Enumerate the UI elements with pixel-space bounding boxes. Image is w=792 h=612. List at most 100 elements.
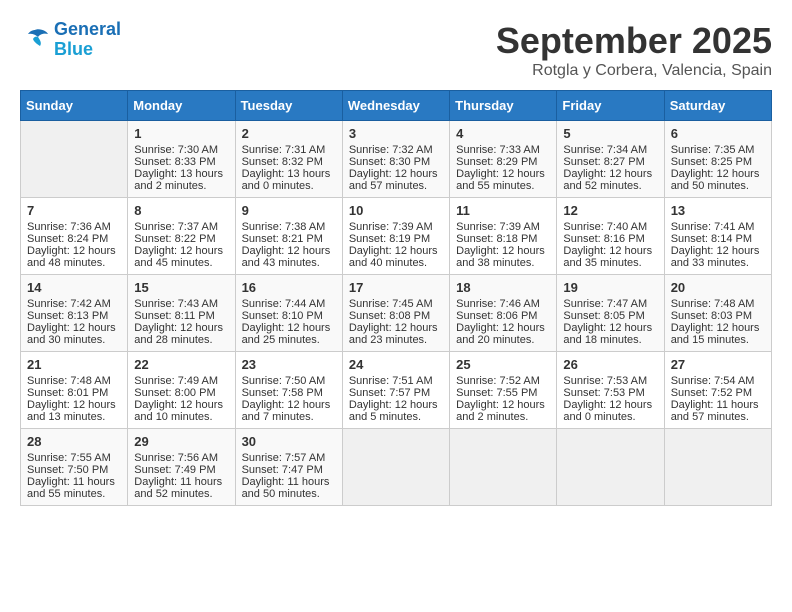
calendar-cell: 24Sunrise: 7:51 AMSunset: 7:57 PMDayligh… [342,352,449,429]
day-number: 15 [134,280,228,295]
day-number: 14 [27,280,121,295]
sunrise-text: Sunrise: 7:33 AM [456,144,550,156]
sunrise-text: Sunrise: 7:48 AM [671,298,765,310]
day-number: 8 [134,203,228,218]
calendar-cell: 13Sunrise: 7:41 AMSunset: 8:14 PMDayligh… [664,198,771,275]
calendar-cell: 17Sunrise: 7:45 AMSunset: 8:08 PMDayligh… [342,275,449,352]
day-header-thursday: Thursday [450,91,557,121]
day-header-monday: Monday [128,91,235,121]
sunset-text: Sunset: 8:10 PM [242,310,336,322]
day-header-friday: Friday [557,91,664,121]
sunrise-text: Sunrise: 7:52 AM [456,375,550,387]
calendar-cell: 10Sunrise: 7:39 AMSunset: 8:19 PMDayligh… [342,198,449,275]
day-number: 26 [563,357,657,372]
calendar-cell: 16Sunrise: 7:44 AMSunset: 8:10 PMDayligh… [235,275,342,352]
sunset-text: Sunset: 8:05 PM [563,310,657,322]
day-number: 18 [456,280,550,295]
calendar-cell: 8Sunrise: 7:37 AMSunset: 8:22 PMDaylight… [128,198,235,275]
sunset-text: Sunset: 8:14 PM [671,233,765,245]
day-number: 1 [134,126,228,141]
logo-text: General Blue [54,20,121,60]
daylight-text: Daylight: 12 hours and 5 minutes. [349,399,443,423]
calendar-cell [21,121,128,198]
daylight-text: Daylight: 13 hours and 0 minutes. [242,168,336,192]
sunset-text: Sunset: 8:22 PM [134,233,228,245]
day-number: 20 [671,280,765,295]
sunset-text: Sunset: 8:00 PM [134,387,228,399]
sunrise-text: Sunrise: 7:30 AM [134,144,228,156]
sunrise-text: Sunrise: 7:45 AM [349,298,443,310]
day-header-saturday: Saturday [664,91,771,121]
calendar-cell [664,429,771,506]
day-number: 16 [242,280,336,295]
day-number: 19 [563,280,657,295]
sunset-text: Sunset: 8:19 PM [349,233,443,245]
calendar-cell: 4Sunrise: 7:33 AMSunset: 8:29 PMDaylight… [450,121,557,198]
day-number: 12 [563,203,657,218]
sunset-text: Sunset: 8:30 PM [349,156,443,168]
calendar-cell: 26Sunrise: 7:53 AMSunset: 7:53 PMDayligh… [557,352,664,429]
sunrise-text: Sunrise: 7:56 AM [134,452,228,464]
daylight-text: Daylight: 12 hours and 30 minutes. [27,322,121,346]
sunrise-text: Sunrise: 7:34 AM [563,144,657,156]
calendar-cell: 18Sunrise: 7:46 AMSunset: 8:06 PMDayligh… [450,275,557,352]
calendar-cell [557,429,664,506]
week-row-2: 7Sunrise: 7:36 AMSunset: 8:24 PMDaylight… [21,198,772,275]
sunset-text: Sunset: 8:18 PM [456,233,550,245]
day-number: 27 [671,357,765,372]
day-number: 4 [456,126,550,141]
calendar-cell: 22Sunrise: 7:49 AMSunset: 8:00 PMDayligh… [128,352,235,429]
calendar-cell: 7Sunrise: 7:36 AMSunset: 8:24 PMDaylight… [21,198,128,275]
calendar-cell: 23Sunrise: 7:50 AMSunset: 7:58 PMDayligh… [235,352,342,429]
location: Rotgla y Corbera, Valencia, Spain [496,62,772,80]
sunrise-text: Sunrise: 7:53 AM [563,375,657,387]
calendar-cell: 20Sunrise: 7:48 AMSunset: 8:03 PMDayligh… [664,275,771,352]
sunset-text: Sunset: 8:01 PM [27,387,121,399]
day-header-wednesday: Wednesday [342,91,449,121]
sunrise-text: Sunrise: 7:37 AM [134,221,228,233]
calendar-cell: 19Sunrise: 7:47 AMSunset: 8:05 PMDayligh… [557,275,664,352]
daylight-text: Daylight: 12 hours and 57 minutes. [349,168,443,192]
day-number: 3 [349,126,443,141]
page-header: General Blue September 2025 Rotgla y Cor… [20,20,772,80]
calendar-cell: 6Sunrise: 7:35 AMSunset: 8:25 PMDaylight… [664,121,771,198]
sunrise-text: Sunrise: 7:49 AM [134,375,228,387]
calendar-cell: 9Sunrise: 7:38 AMSunset: 8:21 PMDaylight… [235,198,342,275]
day-number: 28 [27,434,121,449]
sunset-text: Sunset: 7:58 PM [242,387,336,399]
sunset-text: Sunset: 8:08 PM [349,310,443,322]
week-row-5: 28Sunrise: 7:55 AMSunset: 7:50 PMDayligh… [21,429,772,506]
day-number: 5 [563,126,657,141]
day-number: 29 [134,434,228,449]
daylight-text: Daylight: 12 hours and 0 minutes. [563,399,657,423]
daylight-text: Daylight: 12 hours and 7 minutes. [242,399,336,423]
daylight-text: Daylight: 12 hours and 28 minutes. [134,322,228,346]
sunset-text: Sunset: 8:16 PM [563,233,657,245]
calendar-cell: 21Sunrise: 7:48 AMSunset: 8:01 PMDayligh… [21,352,128,429]
sunrise-text: Sunrise: 7:39 AM [456,221,550,233]
calendar-cell: 5Sunrise: 7:34 AMSunset: 8:27 PMDaylight… [557,121,664,198]
sunset-text: Sunset: 7:50 PM [27,464,121,476]
calendar-cell: 12Sunrise: 7:40 AMSunset: 8:16 PMDayligh… [557,198,664,275]
sunset-text: Sunset: 7:55 PM [456,387,550,399]
week-row-4: 21Sunrise: 7:48 AMSunset: 8:01 PMDayligh… [21,352,772,429]
week-row-1: 1Sunrise: 7:30 AMSunset: 8:33 PMDaylight… [21,121,772,198]
daylight-text: Daylight: 11 hours and 50 minutes. [242,476,336,500]
sunrise-text: Sunrise: 7:36 AM [27,221,121,233]
daylight-text: Daylight: 12 hours and 33 minutes. [671,245,765,269]
sunset-text: Sunset: 8:06 PM [456,310,550,322]
day-number: 7 [27,203,121,218]
sunset-text: Sunset: 8:03 PM [671,310,765,322]
sunrise-text: Sunrise: 7:35 AM [671,144,765,156]
sunrise-text: Sunrise: 7:41 AM [671,221,765,233]
month-title: September 2025 [496,20,772,62]
calendar-cell: 29Sunrise: 7:56 AMSunset: 7:49 PMDayligh… [128,429,235,506]
daylight-text: Daylight: 12 hours and 13 minutes. [27,399,121,423]
sunset-text: Sunset: 8:29 PM [456,156,550,168]
sunrise-text: Sunrise: 7:38 AM [242,221,336,233]
day-number: 30 [242,434,336,449]
title-block: September 2025 Rotgla y Corbera, Valenci… [496,20,772,80]
daylight-text: Daylight: 12 hours and 35 minutes. [563,245,657,269]
sunrise-text: Sunrise: 7:57 AM [242,452,336,464]
sunrise-text: Sunrise: 7:42 AM [27,298,121,310]
